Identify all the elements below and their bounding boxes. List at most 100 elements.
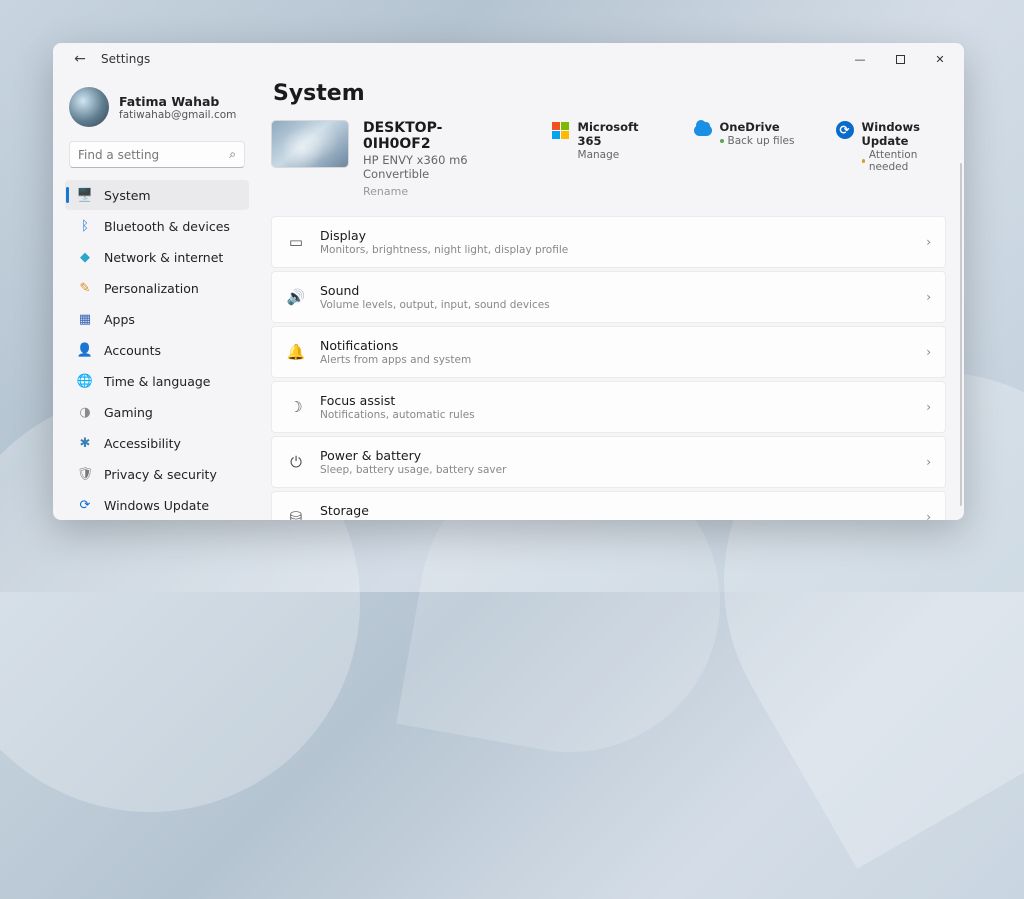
status-onedrive[interactable]: OneDrive Back up files — [694, 120, 804, 147]
nav-item-system[interactable]: 🖥️ System — [65, 180, 249, 210]
card-desc: Notifications, automatic rules — [320, 409, 475, 421]
card-focus-assist[interactable]: ☽ Focus assistNotifications, automatic ru… — [271, 381, 946, 433]
nav-icon: ᛒ — [77, 218, 93, 234]
nav-icon: ✱ — [77, 435, 93, 451]
status-dot-icon — [720, 139, 724, 143]
nav-item-accounts[interactable]: 👤 Accounts — [65, 335, 249, 365]
update-title: Windows Update — [862, 120, 946, 148]
sidebar: Fatima Wahab fatiwahab@gmail.com ⌕ 🖥️ Sys… — [53, 75, 261, 520]
status-windows-update[interactable]: ⟳ Windows Update Attention needed — [836, 120, 946, 173]
chevron-right-icon: › — [926, 455, 931, 469]
nav-icon: 🛡 — [77, 466, 93, 482]
device-row: DESKTOP-0IH0OF2 HP ENVY x360 m6 Converti… — [271, 120, 946, 198]
card-desc: Volume levels, output, input, sound devi… — [320, 299, 550, 311]
page-heading: System — [273, 81, 946, 106]
onedrive-icon — [694, 121, 712, 139]
nav-item-time-language[interactable]: 🌐 Time & language — [65, 366, 249, 396]
nav-item-apps[interactable]: ▦ Apps — [65, 304, 249, 334]
nav-item-personalization[interactable]: ✎ Personalization — [65, 273, 249, 303]
ms365-icon — [552, 121, 570, 139]
card-desc: Sleep, battery usage, battery saver — [320, 464, 506, 476]
device-model: HP ENVY x360 m6 Convertible — [363, 153, 506, 181]
maximize-button[interactable] — [880, 45, 920, 73]
card-title: Sound — [320, 283, 550, 298]
card-title: Focus assist — [320, 393, 475, 408]
card-icon: ⛁ — [286, 508, 306, 520]
update-sub: Attention needed — [869, 149, 946, 173]
chevron-right-icon: › — [926, 235, 931, 249]
card-icon: 🔊 — [286, 288, 306, 306]
status-dot-icon — [862, 159, 865, 163]
nav-icon: 🌐 — [77, 373, 93, 389]
nav-icon: ⟳ — [77, 497, 93, 513]
nav-item-privacy-security[interactable]: 🛡 Privacy & security — [65, 459, 249, 489]
window-title: Settings — [101, 52, 150, 66]
nav-item-gaming[interactable]: ◑ Gaming — [65, 397, 249, 427]
titlebar: ← Settings — ✕ — [53, 43, 964, 75]
nav-icon: 👤 — [77, 342, 93, 358]
avatar — [69, 87, 109, 127]
search-input[interactable] — [78, 148, 229, 162]
windows-update-icon: ⟳ — [836, 121, 854, 139]
nav-label: System — [104, 188, 151, 203]
card-power-battery[interactable]: ⏻ Power & batterySleep, battery usage, ba… — [271, 436, 946, 488]
card-title: Storage — [320, 503, 539, 518]
nav-icon: ◑ — [77, 404, 93, 420]
chevron-right-icon: › — [926, 290, 931, 304]
card-icon: ▭ — [286, 233, 306, 251]
rename-link[interactable]: Rename — [363, 185, 506, 198]
card-desc: Storage space, drives, configuration rul… — [320, 519, 539, 520]
nav-label: Bluetooth & devices — [104, 219, 230, 234]
card-display[interactable]: ▭ DisplayMonitors, brightness, night ligh… — [271, 216, 946, 268]
scrollbar[interactable] — [960, 163, 962, 506]
status-ms365[interactable]: Microsoft 365 Manage — [552, 120, 662, 161]
nav-icon: ✎ — [77, 280, 93, 296]
nav-list: 🖥️ System ᛒ Bluetooth & devices ◆Network & i… — [65, 180, 249, 520]
settings-cards: ▭ DisplayMonitors, brightness, night ligh… — [271, 216, 946, 520]
ms365-sub: Manage — [578, 149, 662, 161]
nav-item-bluetooth-devices[interactable]: ᛒ Bluetooth & devices — [65, 211, 249, 241]
nav-label: Personalization — [104, 281, 199, 296]
back-button[interactable]: ← — [65, 51, 95, 67]
card-desc: Alerts from apps and system — [320, 354, 471, 366]
nav-item-windows-update[interactable]: ⟳ Windows Update — [65, 490, 249, 520]
card-sound[interactable]: 🔊 SoundVolume levels, output, input, soun… — [271, 271, 946, 323]
card-icon: ☽ — [286, 398, 306, 416]
chevron-right-icon: › — [926, 510, 931, 520]
nav-label: Privacy & security — [104, 467, 217, 482]
nav-label: Accessibility — [104, 436, 181, 451]
nav-label: Apps — [104, 312, 135, 327]
onedrive-sub: Back up files — [728, 135, 795, 147]
settings-window: ← Settings — ✕ Fatima Wahab fatiwahab@gm… — [53, 43, 964, 520]
card-notifications[interactable]: 🔔 NotificationsAlerts from apps and syste… — [271, 326, 946, 378]
nav-label: Time & language — [104, 374, 210, 389]
minimize-button[interactable]: — — [840, 45, 880, 73]
profile-block[interactable]: Fatima Wahab fatiwahab@gmail.com — [69, 87, 249, 127]
onedrive-title: OneDrive — [720, 120, 795, 134]
nav-label: Gaming — [104, 405, 153, 420]
search-box[interactable]: ⌕ — [69, 141, 245, 168]
device-thumbnail[interactable] — [271, 120, 349, 168]
main-pane: System DESKTOP-0IH0OF2 HP ENVY x360 m6 C… — [261, 75, 964, 520]
search-icon: ⌕ — [229, 147, 236, 162]
nav-label: Windows Update — [104, 498, 209, 513]
device-name: DESKTOP-0IH0OF2 — [363, 120, 506, 152]
nav-item-network-internet[interactable]: ◆Network & internet — [65, 242, 249, 272]
profile-email: fatiwahab@gmail.com — [119, 109, 236, 121]
nav-icon: ◆ — [77, 249, 93, 265]
card-storage[interactable]: ⛁ StorageStorage space, drives, configura… — [271, 491, 946, 520]
card-title: Power & battery — [320, 448, 506, 463]
nav-icon: ▦ — [77, 311, 93, 327]
chevron-right-icon: › — [926, 345, 931, 359]
card-icon: ⏻ — [286, 453, 306, 471]
card-desc: Monitors, brightness, night light, displ… — [320, 244, 568, 256]
nav-icon: 🖥️ — [77, 187, 93, 203]
ms365-title: Microsoft 365 — [578, 120, 662, 148]
close-button[interactable]: ✕ — [920, 45, 960, 73]
card-title: Notifications — [320, 338, 471, 353]
profile-name: Fatima Wahab — [119, 94, 236, 109]
card-icon: 🔔 — [286, 343, 306, 361]
nav-label: Accounts — [104, 343, 161, 358]
nav-item-accessibility[interactable]: ✱ Accessibility — [65, 428, 249, 458]
card-title: Display — [320, 228, 568, 243]
